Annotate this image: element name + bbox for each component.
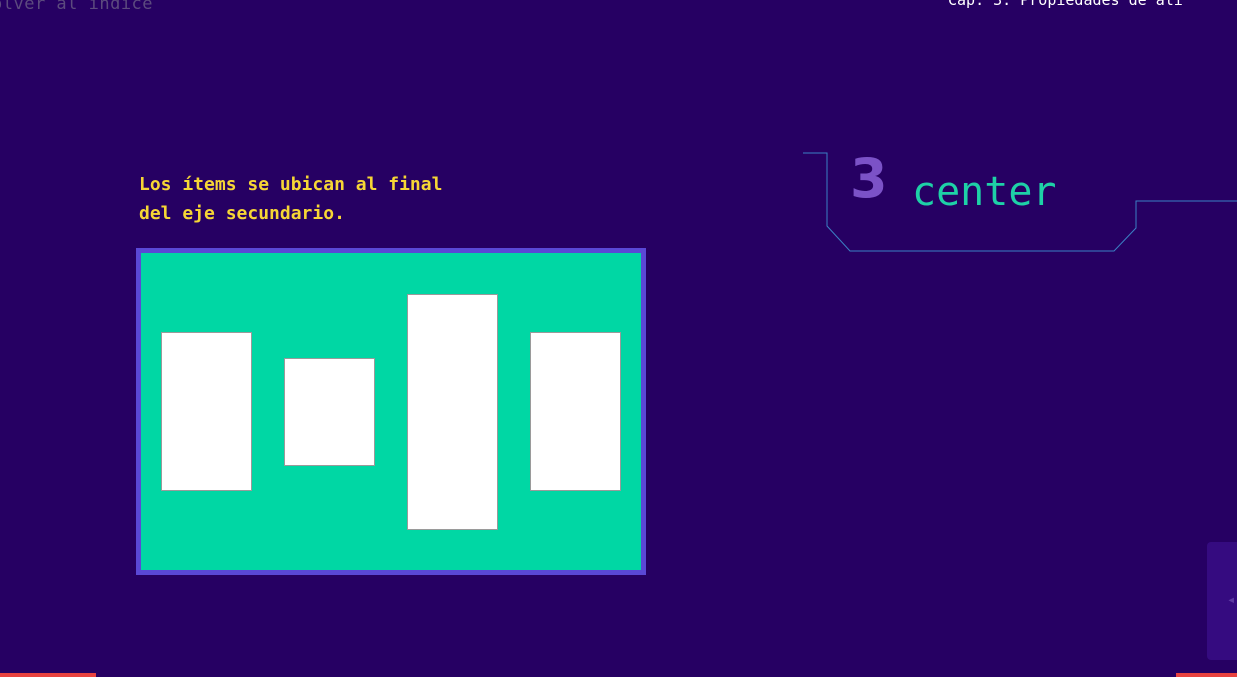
next-button[interactable] xyxy=(1176,673,1237,677)
side-panel-tab[interactable]: ◂ xyxy=(1207,542,1237,660)
chevron-icon: ◂ xyxy=(1227,592,1236,608)
section-name: center xyxy=(912,169,1057,215)
prev-button[interactable] xyxy=(0,673,96,677)
section-number: 3 xyxy=(850,147,888,210)
heading-frame-lines xyxy=(803,152,1237,252)
